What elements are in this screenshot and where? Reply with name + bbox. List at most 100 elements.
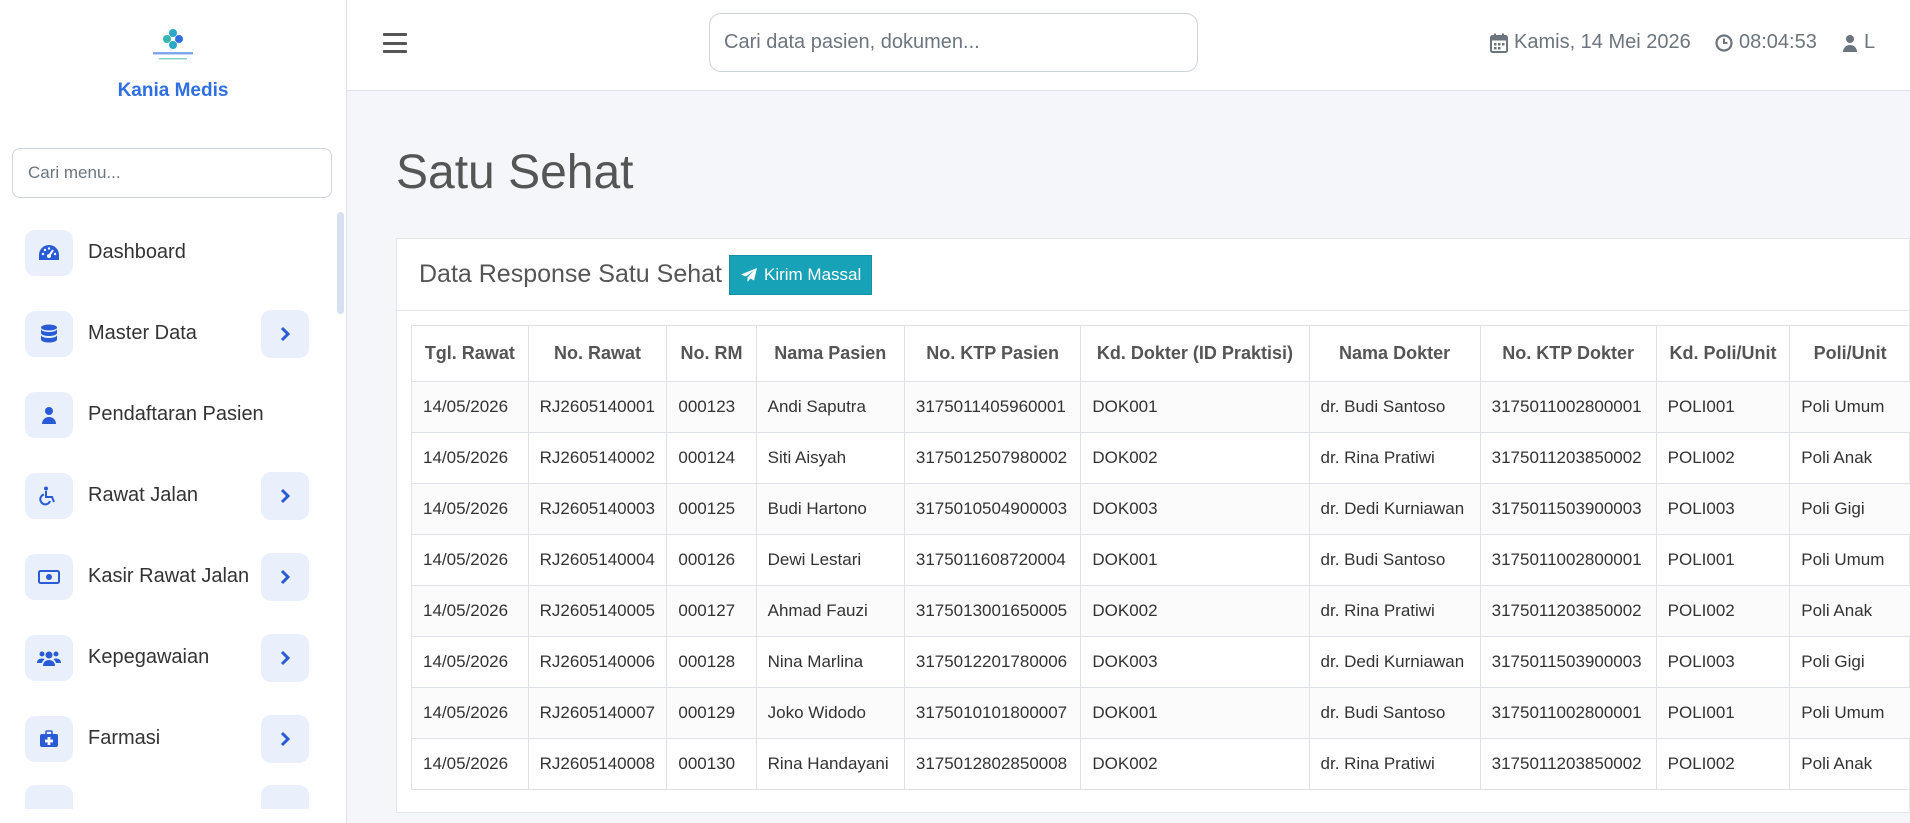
chevron-right-icon[interactable]: [261, 552, 309, 601]
table-header[interactable]: Kd. Poli/Unit: [1655, 325, 1791, 382]
card-header: Data Response Satu Sehat Kirim Massal: [397, 239, 1909, 311]
table-cell: POLI002: [1655, 432, 1791, 484]
table-cell: dr. Rina Pratiwi: [1308, 738, 1481, 790]
logo: [149, 26, 197, 66]
table-cell: 000127: [666, 585, 757, 637]
table-cell: Dewi Lestari: [755, 534, 905, 586]
sidebar-scrollbar[interactable]: [337, 212, 344, 314]
table-cell: dr. Dedi Kurniawan: [1308, 483, 1481, 535]
table-cell: Poli Gigi: [1789, 636, 1910, 688]
sidebar-item-partial[interactable]: [0, 779, 335, 809]
table-cell: 3175011203850002: [1479, 432, 1657, 484]
table-cell: DOK002: [1080, 585, 1310, 637]
menu-search-input[interactable]: [12, 148, 332, 198]
chevron-right-icon[interactable]: [261, 714, 309, 763]
table-cell: 14/05/2026: [411, 738, 529, 790]
table-header[interactable]: Kd. Dokter (ID Praktisi): [1080, 325, 1310, 382]
table-cell: RJ2605140007: [527, 687, 668, 739]
sidebar-item-kepegawaian[interactable]: Kepegawaian: [0, 617, 335, 698]
table-cell: Rina Handayani: [755, 738, 905, 790]
table-cell: 3175012802850008: [903, 738, 1082, 790]
table-cell: POLI001: [1655, 534, 1791, 586]
table-row[interactable]: 14/05/2026 RJ2605140002 000124 Siti Aisy…: [411, 432, 1910, 484]
sidebar-item-rawat-jalan[interactable]: Rawat Jalan: [0, 455, 335, 536]
table-cell: 14/05/2026: [411, 534, 529, 586]
sidebar-item-label: Pendaftaran Pasien: [88, 403, 264, 425]
chevron-right-icon[interactable]: [261, 633, 309, 682]
users-icon: [25, 634, 73, 681]
database-icon: [25, 310, 73, 357]
table-header[interactable]: Nama Dokter: [1308, 325, 1481, 382]
table-cell: DOK001: [1080, 687, 1310, 739]
global-search-input[interactable]: [709, 13, 1198, 72]
satu-sehat-card: Data Response Satu Sehat Kirim Massal Tg…: [396, 238, 1910, 813]
table-row[interactable]: 14/05/2026 RJ2605140008 000130 Rina Hand…: [411, 738, 1910, 790]
table-cell: 3175011002800001: [1479, 381, 1657, 433]
user-menu[interactable]: L: [1842, 31, 1875, 54]
chevron-right-icon[interactable]: [261, 471, 309, 520]
table-header[interactable]: Nama Pasien: [755, 325, 905, 382]
chevron-right-icon[interactable]: [261, 309, 309, 358]
table-header-row: Tgl. Rawat No. Rawat No. RM Nama Pasien …: [411, 325, 1910, 382]
table-row[interactable]: 14/05/2026 RJ2605140005 000127 Ahmad Fau…: [411, 585, 1910, 637]
table-header[interactable]: No. KTP Pasien: [903, 325, 1082, 382]
sidebar-item-label: Dashboard: [88, 241, 186, 263]
table-cell: DOK001: [1080, 534, 1310, 586]
user-name: L: [1864, 31, 1876, 53]
table-cell: RJ2605140003: [527, 483, 668, 535]
table-cell: 3175012201780006: [903, 636, 1082, 688]
sidebar-item-pendaftaran-pasien[interactable]: Pendaftaran Pasien: [0, 374, 335, 455]
paper-plane-icon: [740, 267, 757, 282]
table-row[interactable]: 14/05/2026 RJ2605140004 000126 Dewi Lest…: [411, 534, 1910, 586]
hamburger-menu-icon[interactable]: [383, 31, 407, 55]
table-header[interactable]: No. Rawat: [527, 325, 668, 382]
table-cell: RJ2605140008: [527, 738, 668, 790]
table-cell: 14/05/2026: [411, 585, 529, 637]
sidebar-item-farmasi[interactable]: Farmasi: [0, 698, 335, 779]
table-header[interactable]: No. RM: [666, 325, 757, 382]
table-cell: RJ2605140004: [527, 534, 668, 586]
table-row[interactable]: 14/05/2026 RJ2605140001 000123 Andi Sapu…: [411, 381, 1910, 433]
table-cell: 000128: [666, 636, 757, 688]
sidebar-item-dashboard[interactable]: Dashboard: [0, 212, 335, 293]
table-header[interactable]: No. KTP Dokter: [1479, 325, 1657, 382]
table-cell: dr. Rina Pratiwi: [1308, 432, 1481, 484]
table-cell: Budi Hartono: [755, 483, 905, 535]
brand[interactable]: Kania Medis: [0, 0, 346, 120]
brand-name: Kania Medis: [117, 80, 229, 101]
table-cell: DOK002: [1080, 432, 1310, 484]
table-header[interactable]: Tgl. Rawat: [411, 325, 529, 382]
table-cell: POLI003: [1655, 636, 1791, 688]
table-cell: DOK001: [1080, 381, 1310, 433]
card-title: Data Response Satu Sehat: [419, 260, 722, 288]
table-row[interactable]: 14/05/2026 RJ2605140003 000125 Budi Hart…: [411, 483, 1910, 535]
page-title: Satu Sehat: [396, 146, 634, 199]
sidebar-nav: Dashboard Master Data Pendaftaran Pasien…: [0, 212, 335, 809]
kirim-massal-label: Kirim Massal: [763, 264, 862, 284]
table-container[interactable]: Tgl. Rawat No. Rawat No. RM Nama Pasien …: [411, 325, 1910, 790]
table-cell: 000126: [666, 534, 757, 586]
table-row[interactable]: 14/05/2026 RJ2605140007 000129 Joko Wido…: [411, 687, 1910, 739]
menu-icon: [25, 785, 73, 809]
calendar-icon: [1490, 33, 1508, 53]
sidebar-item-master-data[interactable]: Master Data: [0, 293, 335, 374]
sidebar-item-kasir-rawat-jalan[interactable]: Kasir Rawat Jalan: [0, 536, 335, 617]
table-cell: Nina Marlina: [755, 636, 905, 688]
table-cell: 3175011608720004: [903, 534, 1082, 586]
table-header[interactable]: Poli/Unit: [1789, 325, 1910, 382]
table-cell: 3175012507980002: [903, 432, 1082, 484]
date-display: Kamis, 14 Mei 2026: [1490, 31, 1691, 54]
table-cell: 000130: [666, 738, 757, 790]
chevron-right-icon[interactable]: [261, 785, 309, 809]
table-cell: 000125: [666, 483, 757, 535]
table-cell: dr. Dedi Kurniawan: [1308, 636, 1481, 688]
table-cell: RJ2605140006: [527, 636, 668, 688]
table-cell: 14/05/2026: [411, 636, 529, 688]
table-cell: Joko Widodo: [755, 687, 905, 739]
sidebar-item-label: Rawat Jalan: [88, 484, 199, 506]
table-cell: 14/05/2026: [411, 687, 529, 739]
sidebar-item-label: Kepegawaian: [88, 646, 210, 668]
table-cell: Ahmad Fauzi: [755, 585, 905, 637]
table-row[interactable]: 14/05/2026 RJ2605140006 000128 Nina Marl…: [411, 636, 1910, 688]
kirim-massal-button[interactable]: Kirim Massal: [728, 254, 873, 295]
